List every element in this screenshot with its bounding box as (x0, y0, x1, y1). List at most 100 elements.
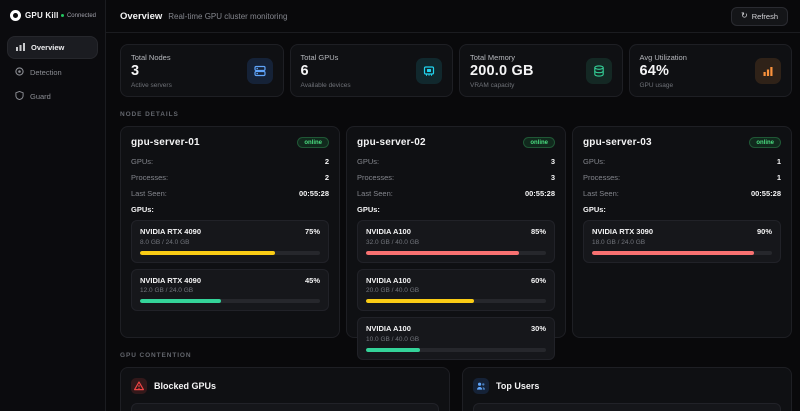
connection-status: Connected (61, 13, 96, 19)
stat-value: 64% (640, 64, 687, 80)
server-icon (247, 58, 273, 84)
gpus-count-label: GPUs: (357, 157, 379, 166)
last-seen-label: Last Seen: (583, 189, 619, 198)
sidebar-item-overview[interactable]: Overview (7, 36, 98, 59)
blocked-gpus-panel: Blocked GPUs NVIDIA RTX 3090 (node-003) … (120, 367, 450, 411)
gpu-utilization-fill (366, 299, 474, 303)
gpu-name: NVIDIA A100 (366, 276, 411, 285)
gpu-utilization: 60% (531, 276, 546, 285)
gpu-utilization-bar (592, 251, 772, 255)
stat-subtext: Active servers (131, 82, 172, 89)
gpu-utilization-fill (592, 251, 754, 255)
processes-label: Processes: (357, 173, 394, 182)
bar-chart-icon (16, 42, 25, 53)
gpu-utilization: 30% (531, 324, 546, 333)
gpus-count-value: 1 (777, 157, 781, 166)
gpu-list-label: GPUs: (131, 205, 329, 214)
gpu-name: NVIDIA A100 (366, 324, 411, 333)
gpu-utilization-bar (140, 299, 320, 303)
main-area: Overview Real-time GPU cluster monitorin… (106, 0, 800, 411)
gpu-utilization: 85% (531, 227, 546, 236)
connected-dot-icon (61, 14, 65, 18)
sidebar-item-label: Detection (30, 68, 62, 77)
gpu-utilization-bar (366, 251, 546, 255)
gpu-utilization-fill (140, 251, 275, 255)
status-badge: online (523, 137, 555, 148)
processes-label: Processes: (131, 173, 168, 182)
stat-subtext: VRAM capacity (470, 82, 534, 89)
last-seen-value: 00:55:28 (299, 189, 329, 198)
stat-value: 3 (131, 64, 172, 80)
stat-card-total-gpus: Total GPUs 6 Available devices (290, 44, 454, 97)
blocked-gpus-title: Blocked GPUs (154, 381, 216, 391)
gpu-list-label: GPUs: (583, 205, 781, 214)
last-seen-label: Last Seen: (131, 189, 167, 198)
target-icon (15, 67, 24, 78)
stat-card-avg-utilization: Avg Utilization 64% GPU usage (629, 44, 793, 97)
blocked-gpu-item: NVIDIA RTX 3090 (node-003) Blocked (131, 403, 439, 411)
gpus-count-label: GPUs: (131, 157, 153, 166)
node-card-gpu-server-01: gpu-server-01 online GPUs:2 Processes:2 … (120, 126, 340, 338)
last-seen-value: 00:55:28 (525, 189, 555, 198)
top-users-title: Top Users (496, 381, 539, 391)
gpu-utilization-fill (366, 251, 519, 255)
gpu-utilization: 90% (757, 227, 772, 236)
gpu-row: NVIDIA A100 60% 20.0 GB / 40.0 GB (357, 269, 555, 312)
node-card-gpu-server-02: gpu-server-02 online GPUs:3 Processes:3 … (346, 126, 566, 338)
gpu-chip-icon (416, 58, 442, 84)
node-name: gpu-server-03 (583, 137, 652, 148)
gpu-memory: 18.0 GB / 24.0 GB (592, 239, 772, 246)
gpu-list-label: GPUs: (357, 205, 555, 214)
stat-label: Total Nodes (131, 53, 172, 62)
gpu-name: NVIDIA A100 (366, 227, 411, 236)
gpu-utilization-bar (140, 251, 320, 255)
connection-status-label: Connected (67, 13, 96, 19)
sidebar-nav: Overview Detection Guard (0, 30, 105, 113)
shield-icon (15, 91, 24, 102)
top-users-panel: Top Users 1 charlie 85% (462, 367, 792, 411)
warning-triangle-icon (131, 378, 147, 394)
stat-label: Avg Utilization (640, 53, 687, 62)
top-bar: Overview Real-time GPU cluster monitorin… (106, 0, 800, 33)
gpu-row: NVIDIA RTX 409045% 12.0 GB / 24.0 GB (131, 269, 329, 312)
node-name: gpu-server-02 (357, 137, 426, 148)
node-cards: gpu-server-01 online GPUs:2 Processes:2 … (120, 126, 792, 338)
processes-value: 2 (325, 173, 329, 182)
stat-label: Total GPUs (301, 53, 351, 62)
gpu-memory: 8.0 GB / 24.0 GB (140, 239, 320, 246)
sidebar-item-detection[interactable]: Detection (7, 62, 98, 83)
page-subtitle: Real-time GPU cluster monitoring (168, 12, 287, 21)
gpu-memory: 20.0 GB / 40.0 GB (366, 287, 546, 294)
stat-text: Total Memory 200.0 GB VRAM capacity (470, 53, 534, 89)
gpus-count-value: 3 (551, 157, 555, 166)
sidebar-item-guard[interactable]: Guard (7, 86, 98, 107)
sidebar-item-label: Guard (30, 92, 51, 101)
stat-label: Total Memory (470, 53, 534, 62)
gpu-utilization-fill (366, 348, 420, 352)
gpu-memory: 12.0 GB / 24.0 GB (140, 287, 320, 294)
gpu-name: NVIDIA RTX 3090 (592, 227, 653, 236)
app-header: GPU Kill Connected (0, 0, 105, 30)
last-seen-value: 00:55:28 (751, 189, 781, 198)
gpu-row: NVIDIA A10030% 10.0 GB / 40.0 GB (357, 317, 555, 360)
sidebar-item-label: Overview (31, 43, 64, 52)
gpu-utilization: 75% (305, 227, 320, 236)
gpu-utilization-bar (366, 348, 546, 352)
app-logo[interactable]: GPU Kill (10, 10, 59, 21)
processes-value: 1 (777, 173, 781, 182)
app-name: GPU Kill (25, 11, 59, 20)
refresh-button[interactable]: ↻ Refresh (731, 7, 788, 26)
sidebar: GPU Kill Connected Overview Detection Gu… (0, 0, 106, 411)
stat-card-total-memory: Total Memory 200.0 GB VRAM capacity (459, 44, 623, 97)
app-logo-icon (10, 10, 21, 21)
refresh-button-label: Refresh (752, 12, 778, 21)
gpu-utilization: 45% (305, 276, 320, 285)
status-badge: online (749, 137, 781, 148)
gpu-utilization-bar (366, 299, 546, 303)
gpu-row: NVIDIA RTX 4090 75% 8.0 GB / 24.0 GB (131, 220, 329, 263)
gpu-name: NVIDIA RTX 4090 (140, 227, 201, 236)
users-icon (473, 378, 489, 394)
stat-card-total-nodes: Total Nodes 3 Active servers (120, 44, 284, 97)
top-user-item: 1 charlie 85% (473, 403, 781, 411)
bar-chart-icon (755, 58, 781, 84)
